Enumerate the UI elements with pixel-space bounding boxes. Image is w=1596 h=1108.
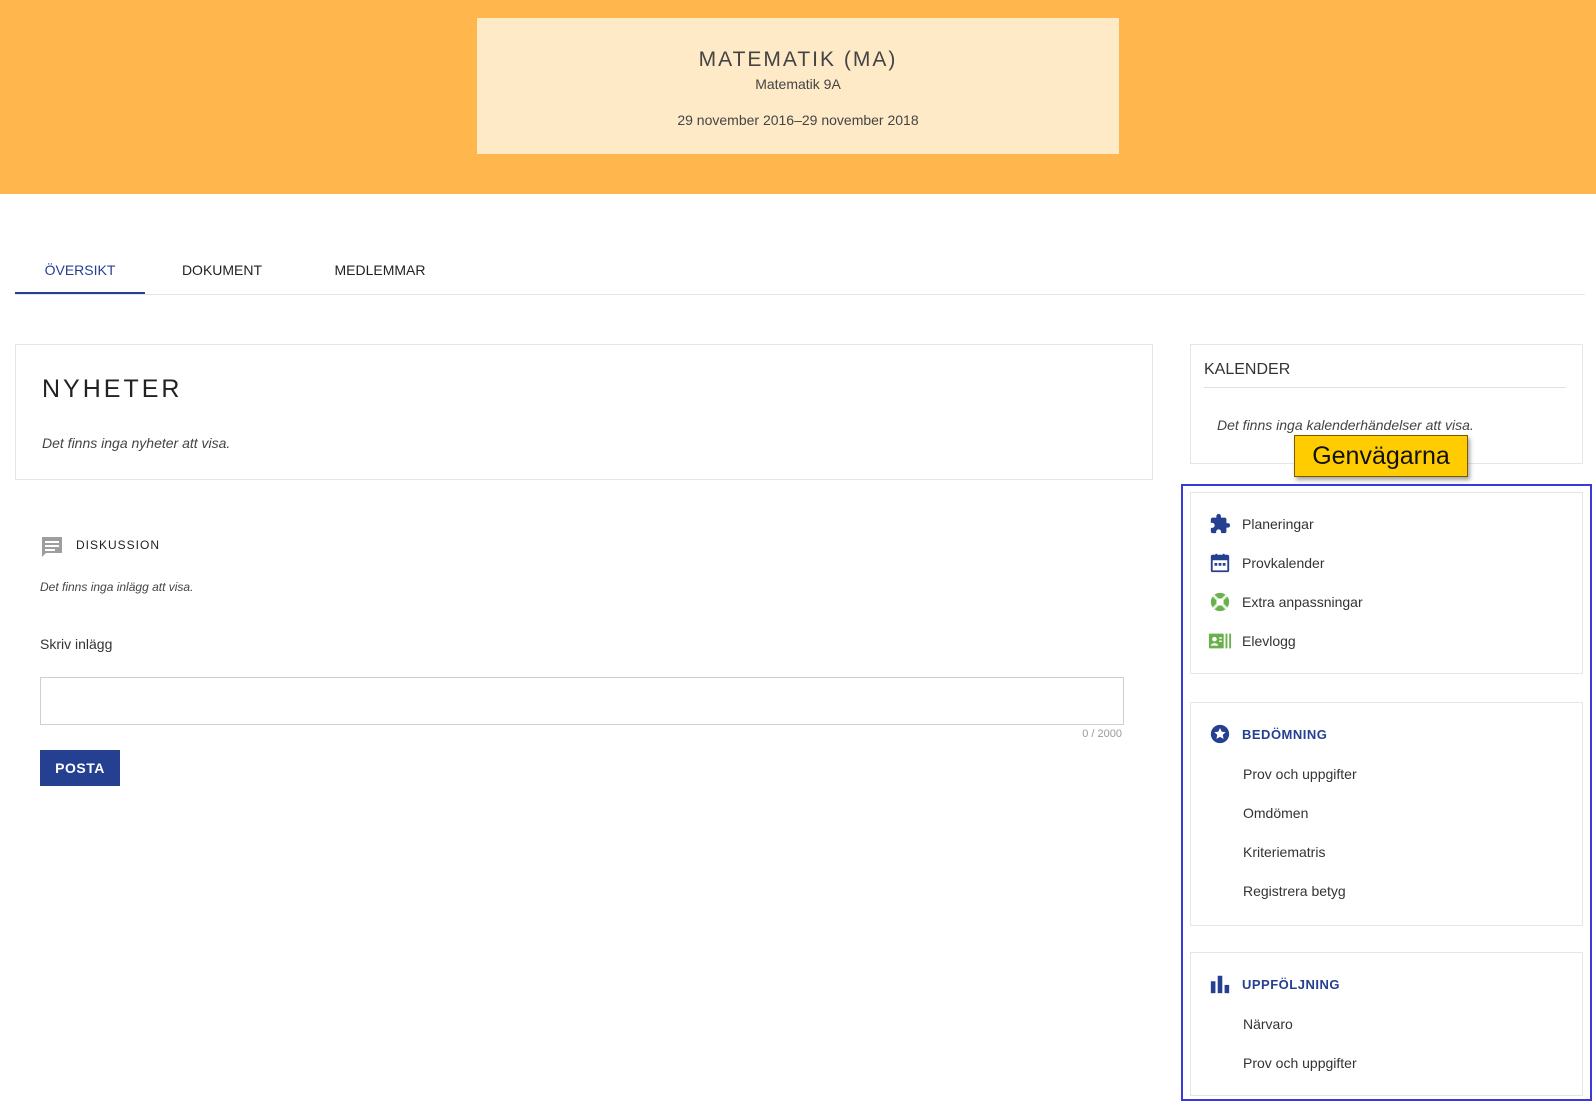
discussion-icon	[42, 537, 62, 557]
character-counter: 0 / 2000	[1082, 728, 1122, 740]
news-empty-text: Det finns inga nyheter att visa.	[42, 435, 231, 451]
tab-dokument[interactable]: DOKUMENT	[161, 250, 283, 292]
post-button[interactable]: POSTA	[40, 750, 120, 786]
write-post-label: Skriv inlägg	[40, 636, 113, 652]
shortcuts-highlight-box	[1181, 484, 1592, 1101]
discussion-label: DISKUSSION	[76, 538, 161, 552]
discussion-empty-text: Det finns inga inlägg att visa.	[40, 580, 194, 594]
news-panel: NYHETER Det finns inga nyheter att visa.	[15, 344, 1153, 480]
tab-bar: ÖVERSIKT DOKUMENT MEDLEMMAR	[15, 250, 1585, 295]
course-subtitle: Matematik 9A	[755, 76, 841, 92]
news-title: NYHETER	[42, 375, 183, 403]
course-dates: 29 november 2016–29 november 2018	[677, 112, 919, 128]
shortcuts-callout: Genvägarna	[1294, 435, 1468, 477]
post-input[interactable]	[40, 677, 1124, 725]
calendar-title: KALENDER	[1204, 361, 1566, 388]
course-title: MATEMATIK (MA)	[698, 48, 898, 71]
course-header-card: MATEMATIK (MA) Matematik 9A 29 november …	[477, 18, 1119, 154]
tab-oversikt[interactable]: ÖVERSIKT	[15, 250, 145, 294]
calendar-empty-text: Det finns inga kalenderhändelser att vis…	[1217, 417, 1474, 433]
tab-medlemmar[interactable]: MEDLEMMAR	[307, 250, 453, 292]
